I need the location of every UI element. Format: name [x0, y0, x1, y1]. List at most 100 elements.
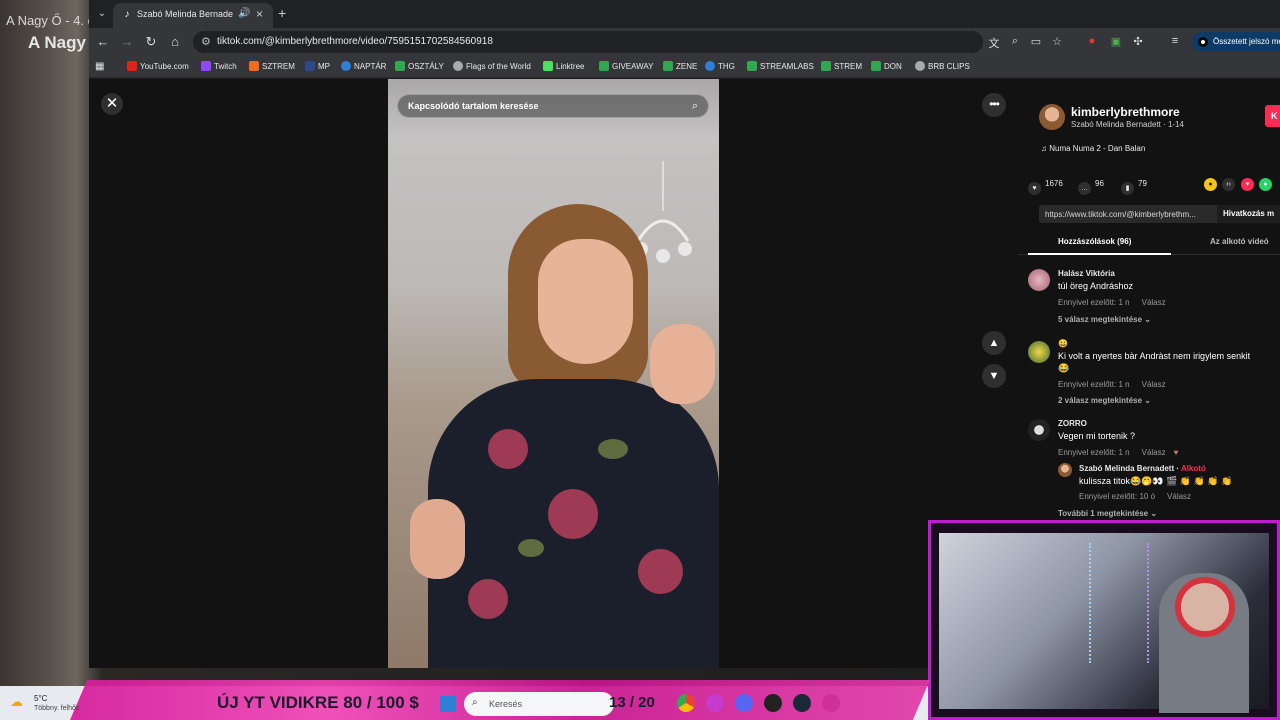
related-search-input[interactable]: Kapcsolódó tartalom keresése ⌕ — [397, 94, 709, 118]
like-button[interactable]: ♥1676 — [1028, 179, 1063, 195]
more-options-icon[interactable]: ••• — [982, 93, 1006, 117]
linktree-icon — [543, 61, 553, 71]
reply-button[interactable]: Válasz — [1142, 380, 1166, 389]
address-bar[interactable]: ⚙ tiktok.com/@kimberlybrethmore/video/75… — [193, 31, 983, 53]
follow-button[interactable]: K — [1265, 105, 1280, 127]
view-replies-button[interactable]: 5 válasz megtekintése ⌄ — [1058, 315, 1151, 324]
discord-icon[interactable] — [735, 694, 753, 712]
tab-comments[interactable]: Hozzászólások (96) — [1058, 237, 1131, 246]
extensions-icon[interactable]: ✣ — [1131, 35, 1145, 48]
reply-button[interactable]: Válasz — [1167, 492, 1191, 501]
bookmark-linktree[interactable]: Linktree — [543, 61, 584, 71]
reading-list-icon[interactable]: ≡ — [1168, 35, 1182, 47]
bookmark-streamlabs[interactable]: STREAMLABS — [747, 61, 814, 71]
home-icon[interactable]: ⌂ — [167, 34, 183, 50]
author-subtitle: Szabó Melinda Bernadett · 1-14 — [1071, 120, 1184, 129]
view-replies-button[interactable]: 2 válasz megtekintése ⌄ — [1058, 396, 1151, 405]
view-more-replies-button[interactable]: További 1 megtekintése ⌄ — [1058, 509, 1157, 518]
comment-author[interactable]: Halász Viktória — [1058, 269, 1115, 278]
new-tab-icon[interactable]: + — [278, 5, 286, 21]
bookmark-zene[interactable]: ZENE — [663, 61, 697, 71]
bookmark-youtube[interactable]: YouTube.com — [127, 61, 189, 71]
apps-grid-icon[interactable]: ▦ — [95, 61, 104, 72]
author-handle[interactable]: kimberlybrethmore — [1071, 105, 1180, 119]
comment-text: Ki volt a nyertes bàr Andràst nem irigyl… — [1058, 351, 1251, 361]
forward-icon[interactable]: → — [119, 34, 135, 50]
chrome-icon[interactable] — [677, 694, 695, 712]
bookmark-osztaly[interactable]: OSZTÁLY — [395, 61, 444, 71]
video-link-field[interactable]: https://www.tiktok.com/@kimberlybrethm..… — [1039, 205, 1217, 223]
back-icon[interactable]: ← — [95, 34, 111, 50]
reload-icon[interactable]: ↻ — [143, 34, 159, 50]
bookmark-star-icon[interactable]: ☆ — [1050, 35, 1064, 48]
reply-button[interactable]: Válasz — [1142, 448, 1166, 457]
weather-description: Többny. felhős — [34, 705, 80, 712]
zoom-icon[interactable]: ⌕ — [1008, 35, 1022, 48]
previous-video-icon[interactable]: ▲ — [982, 331, 1006, 355]
bookmark-sztrem[interactable]: SZTREM — [249, 61, 295, 71]
weather-cloud-icon[interactable]: ☁ — [10, 694, 28, 709]
comment-button[interactable]: …96 — [1078, 179, 1104, 195]
bookmark-twitch[interactable]: Twitch — [201, 61, 237, 71]
save-button[interactable]: ▮79 — [1121, 179, 1147, 195]
next-video-icon[interactable]: ▼ — [982, 364, 1006, 388]
flower-pattern — [638, 549, 683, 594]
headphones — [1175, 577, 1235, 637]
copy-link-button[interactable]: Hivatkozás m — [1217, 205, 1280, 223]
weather-temperature[interactable]: 5°C — [34, 694, 47, 703]
tab-creator-videos[interactable]: Az alkotó videó — [1210, 237, 1269, 246]
avatar[interactable] — [1039, 104, 1065, 130]
comment-author[interactable]: 😀 — [1058, 339, 1068, 348]
screen: A Nagy Ő - 4. é A Nagy ⌄ ♪ Szabó Melinda… — [0, 0, 1280, 720]
app-icon[interactable] — [706, 694, 724, 712]
tiktok-icon: ♪ — [124, 9, 130, 20]
speaker-icon[interactable]: 🔊 — [238, 8, 250, 19]
windows-start-icon[interactable] — [440, 696, 456, 712]
share-send-icon[interactable]: ▾ — [1241, 178, 1254, 191]
password-button[interactable]: Összetett jelszó me — [1192, 32, 1280, 52]
close-icon[interactable]: ✕ — [101, 93, 123, 115]
video-player[interactable]: Kapcsolódó tartalom keresése ⌕ — [388, 79, 719, 668]
bookmark-naptar[interactable]: NAPTÁR — [341, 61, 386, 71]
heart-icon: ♥ — [1028, 182, 1041, 195]
extension-record-icon[interactable]: ● — [1085, 35, 1099, 47]
panel-tabs: Hozzászólások (96) Az alkotó videó — [1018, 229, 1280, 255]
avatar[interactable] — [1028, 269, 1050, 291]
extension-badge-icon[interactable]: ▣ — [1109, 35, 1123, 48]
bookmark-strem[interactable]: STREM — [821, 61, 862, 71]
steam-icon[interactable] — [793, 694, 811, 712]
cast-icon[interactable]: ▭ — [1029, 35, 1043, 48]
reply-button[interactable]: Válasz — [1142, 298, 1166, 307]
taskbar-search[interactable]: ⌕ Keresés — [464, 692, 614, 716]
tab-search-dropdown-icon[interactable]: ⌄ — [93, 5, 111, 23]
tab-strip: ⌄ ♪ Szabó Melinda Bernadett (@ 🔊 × + — [89, 0, 1280, 28]
bookmark-mp[interactable]: MP — [305, 61, 330, 71]
site-info-icon[interactable]: ⚙ — [201, 35, 211, 48]
search-icon[interactable]: ⌕ — [692, 100, 698, 113]
obs-icon[interactable] — [764, 694, 782, 712]
translate-icon[interactable]: 文 — [987, 35, 1001, 51]
whatsapp-icon[interactable]: ● — [1259, 178, 1272, 191]
tab-close-icon[interactable]: × — [256, 7, 263, 21]
browser-tab[interactable]: ♪ Szabó Melinda Bernadett (@ 🔊 × — [113, 3, 273, 28]
bookmark-don[interactable]: DON — [871, 61, 902, 71]
app-icon[interactable] — [822, 694, 840, 712]
avatar[interactable] — [1028, 419, 1050, 441]
music-link[interactable]: ♫ Numa Numa 2 - Dan Balan — [1041, 144, 1145, 153]
bookmark-giveaway[interactable]: GIVEAWAY — [599, 61, 654, 71]
sztrem-icon — [249, 61, 259, 71]
bookmark-thg[interactable]: THG — [705, 61, 735, 71]
comment-author[interactable]: ZORRO — [1058, 419, 1087, 428]
globe-icon — [453, 61, 463, 71]
embed-icon[interactable]: ‹› — [1222, 178, 1235, 191]
sheet-icon — [395, 61, 405, 71]
bookmark-brb-clips[interactable]: BRB CLIPS — [915, 61, 970, 71]
avatar[interactable] — [1028, 341, 1050, 363]
active-tab-indicator — [1028, 253, 1171, 255]
bookmark-flags[interactable]: Flags of the World — [453, 61, 531, 71]
avatar[interactable] — [1058, 463, 1072, 477]
stream-bg-title: A Nagy Ő - 4. é — [6, 13, 95, 28]
coin-icon[interactable]: ● — [1204, 178, 1217, 191]
reply-author[interactable]: Szabó Melinda Bernadett · Alkotó — [1079, 464, 1206, 473]
globe-icon — [915, 61, 925, 71]
